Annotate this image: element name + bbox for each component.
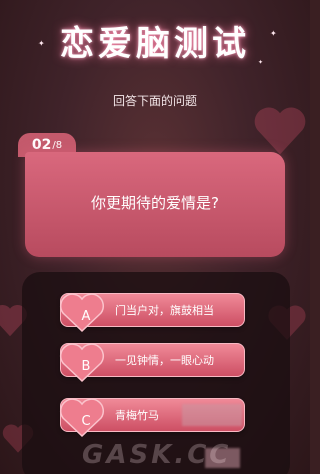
question-text: 你更期待的爱情是? [91,194,219,212]
option-a-button[interactable]: A 门当户对，旗鼓相当 [59,293,245,333]
watermark: GASK.CC [82,440,232,470]
page-subtitle: 回答下面的问题 [112,94,197,108]
option-label: 一见钟情，一眼心动 [115,354,214,367]
option-letter: B [81,358,91,374]
option-letter: A [81,308,91,324]
option-b-button[interactable]: B 一见钟情，一眼心动 [59,343,245,383]
option-letter: C [81,413,91,429]
option-label: 门当户对，旗鼓相当 [115,304,214,317]
question-card: 你更期待的爱情是? [25,152,285,257]
page-title: 恋爱脑测试 [60,24,250,64]
question-total: /8 [52,139,63,151]
mosaic-overlay [182,404,242,426]
option-label: 青梅竹马 [115,409,159,422]
question-current: 02 [31,137,52,153]
quiz-screen: ✦ ✦ ✦ 恋爱脑测试 回答下面的问题 02/8 你更期待的爱情是? A 门当户… [0,0,310,474]
background-heart-icon [254,107,306,155]
